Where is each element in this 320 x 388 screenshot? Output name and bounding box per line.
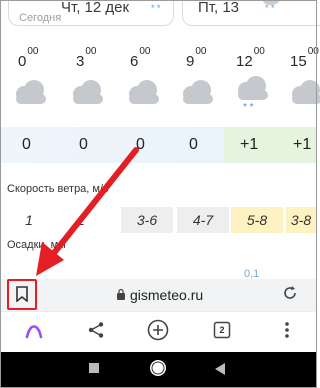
day-subtitle-today: Сегодня — [19, 12, 62, 24]
temperature-value: +1 — [293, 136, 312, 153]
wind-value: 5-8 — [231, 207, 283, 233]
hour-label: 300 — [76, 46, 97, 70]
cloud-snow-icon: * * — [259, 0, 283, 13]
temperature-value: 0 — [79, 136, 88, 153]
snow-cloud-icon: * * — [145, 0, 169, 15]
cloud-icon — [10, 76, 50, 112]
share-button[interactable] — [84, 318, 108, 342]
plus-icon — [147, 319, 169, 341]
day-title-tomorrow: Пт, 13 — [198, 0, 240, 16]
cloud-icon — [67, 76, 107, 112]
share-icon — [88, 322, 104, 338]
temperature-value: 0 — [22, 136, 31, 153]
day-card-today[interactable]: Чт, 12 дек Сегодня * * — [8, 0, 174, 26]
menu-icon — [285, 322, 289, 338]
lock-icon — [117, 288, 125, 300]
svg-text:* *: * * — [151, 3, 161, 13]
cloud-icon — [286, 76, 320, 112]
temperature-value: 0 — [136, 136, 145, 153]
hour-label: 1500 — [290, 46, 319, 70]
snow-cloud-icon: * * — [232, 76, 272, 113]
alice-button[interactable] — [22, 318, 46, 342]
recents-icon[interactable] — [88, 362, 100, 374]
tab-count: 2 — [219, 325, 225, 335]
new-tab-button[interactable] — [146, 318, 170, 342]
svg-text:* *: * * — [243, 102, 254, 112]
hour-label: 900 — [186, 46, 207, 70]
highlight-box — [7, 279, 37, 310]
menu-button[interactable] — [275, 318, 299, 342]
wind-speed-label: Скорость ветра, м/с — [7, 183, 109, 195]
wind-value: 3-8 — [286, 207, 316, 233]
wind-value: 2 — [77, 212, 85, 228]
cloud-icon — [123, 76, 163, 112]
tabs-button[interactable]: 2 — [210, 318, 234, 342]
cloud-icon — [177, 76, 217, 112]
precipitation-label: Осадки, мм — [7, 239, 66, 251]
temperature-value: +1 — [240, 136, 259, 153]
wind-value: 1 — [25, 212, 33, 228]
day-card-tomorrow[interactable]: Пт, 13 * * — [182, 0, 320, 26]
wind-value: 3-6 — [121, 207, 173, 233]
home-icon[interactable] — [148, 358, 168, 378]
url-text[interactable]: gismeteo.ru — [130, 287, 203, 303]
hour-label: 600 — [130, 46, 151, 70]
hour-label: 000 — [18, 46, 39, 70]
hour-label: 1200 — [236, 46, 265, 70]
reload-icon[interactable] — [282, 285, 298, 301]
wind-value: 4-7 — [177, 207, 229, 233]
svg-text:* *: * * — [265, 3, 275, 13]
back-icon[interactable] — [214, 362, 226, 376]
temperature-value: 0 — [189, 136, 198, 153]
day-title-today: Чт, 12 дек — [61, 0, 130, 16]
alice-icon — [25, 325, 43, 339]
